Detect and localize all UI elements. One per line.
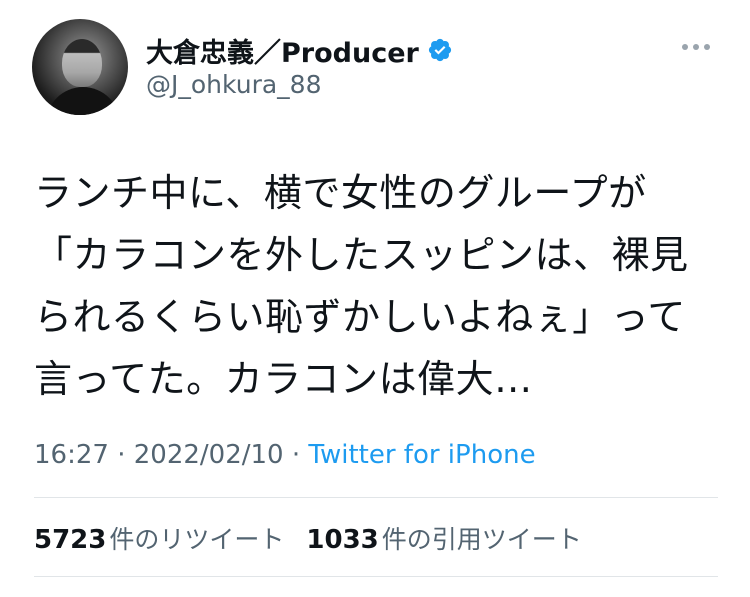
more-dot	[704, 44, 710, 50]
author-name-row[interactable]: 大倉忠義／Producer	[146, 30, 453, 70]
avatar-face	[62, 39, 102, 87]
meta-separator: ·	[291, 440, 309, 470]
tweet-meta: 16:27 · 2022/02/10 · Twitter for iPhone	[34, 440, 536, 470]
tweet-time[interactable]: 16:27	[34, 440, 109, 470]
tweet-source-link[interactable]: Twitter for iPhone	[308, 440, 535, 470]
more-dot	[682, 44, 688, 50]
avatar-body	[46, 87, 120, 115]
divider	[34, 576, 718, 577]
tweet-text-line: 言ってた。カラコンは偉大…	[34, 357, 533, 401]
retweets-label: 件のリツイート	[109, 525, 285, 554]
retweets-stat[interactable]: 5723 件のリツイート	[34, 520, 284, 556]
quotes-label: 件の引用ツイート	[381, 525, 582, 554]
tweet-text-line: られるくらい恥ずかしいよねぇ」って	[34, 295, 686, 339]
author-display-name[interactable]: 大倉忠義／Producer	[146, 31, 419, 70]
tweet-date[interactable]: 2022/02/10	[134, 440, 284, 470]
divider	[34, 497, 718, 498]
tweet-text-line: 「カラコンを外したスッピンは、裸見	[34, 233, 689, 277]
avatar[interactable]	[32, 19, 128, 115]
more-options-icon[interactable]	[682, 44, 710, 50]
retweets-count: 5723	[34, 525, 107, 555]
quotes-count: 1033	[306, 525, 379, 555]
verified-badge-icon	[428, 38, 451, 62]
more-dot	[693, 44, 699, 50]
tweet-stats: 5723 件のリツイート 1033 件の引用ツイート	[34, 520, 582, 556]
author-handle[interactable]: @J_ohkura_88	[146, 70, 321, 99]
meta-separator: ·	[117, 440, 134, 470]
tweet-text-line: ランチ中に、横で女性のグループが	[34, 171, 647, 215]
quotes-stat[interactable]: 1033 件の引用ツイート	[306, 520, 581, 556]
tweet-text: ランチ中に、横で女性のグループが 「カラコンを外したスッピンは、裸見 られるくら…	[34, 162, 724, 410]
tweet-card: 大倉忠義／Producer @J_ohkura_88 ランチ中に、横で女性のグル…	[0, 0, 750, 597]
